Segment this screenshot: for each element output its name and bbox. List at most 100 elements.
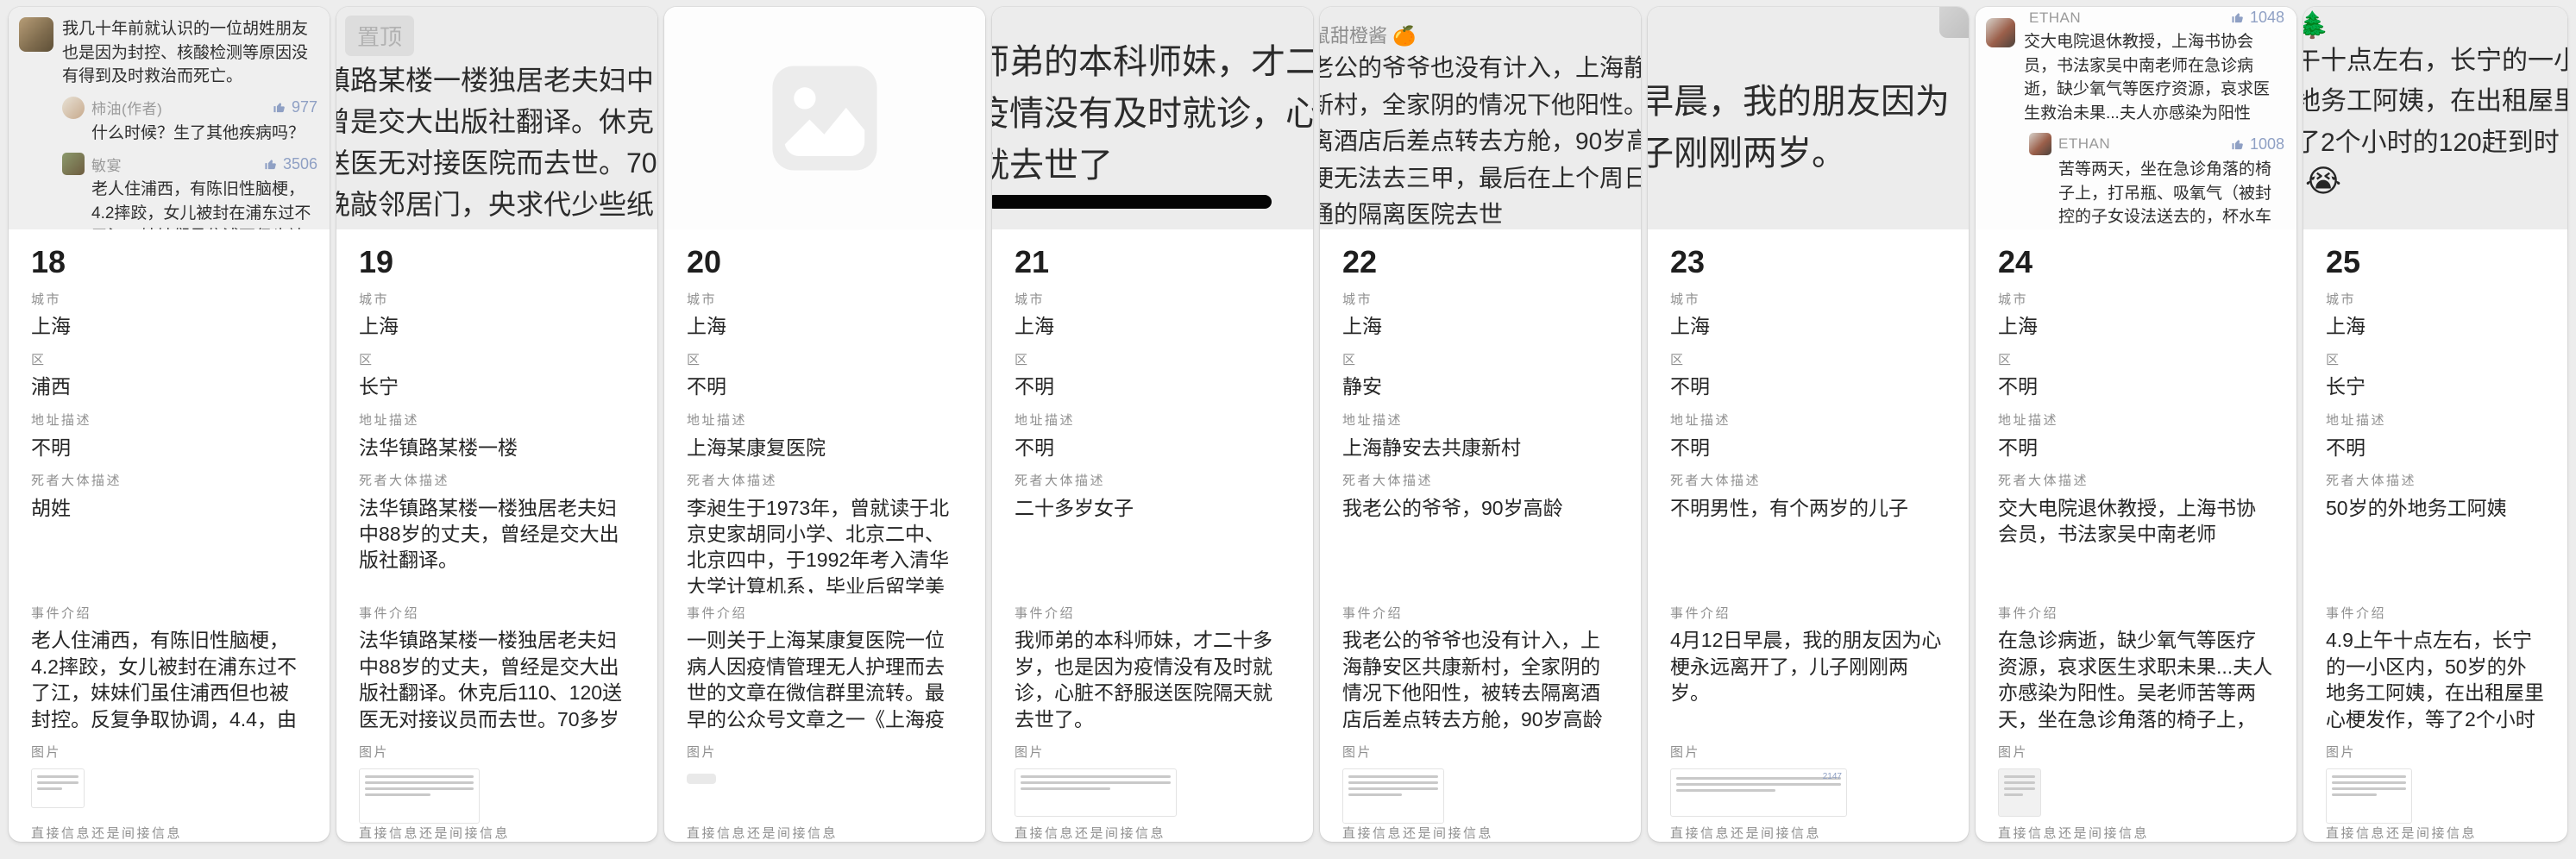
image-thumbnail[interactable] xyxy=(1015,768,1177,817)
field-label-event: 事件介绍 xyxy=(31,606,307,623)
field-label-event: 事件介绍 xyxy=(1342,606,1618,623)
deceased-value: 我老公的爷爷，90岁高龄 xyxy=(1342,495,1618,593)
address-value: 不明 xyxy=(2326,435,2545,461)
event-value: 4.9上午十点左右，长宁的一小区内，50岁的外地务工阿姨，在出租屋里心梗发作，等… xyxy=(2326,627,2545,732)
field-label-district: 区 xyxy=(1342,353,1618,369)
thumbs-up-icon xyxy=(2231,10,2246,25)
card-25[interactable]: 🌲 午十点左右，长宁的一小 地务工阿姨，在出租屋里 了2个小时的120赶到时 😭… xyxy=(2303,7,2567,842)
screenshot-wechat-comments[interactable]: 我几十年前就认识的一位胡姓朋友也是因为封控、核酸检测等原因没有得到及时救治而死亡… xyxy=(9,7,330,229)
image-thumbnail[interactable] xyxy=(2326,768,2412,824)
image-thumbnail[interactable] xyxy=(31,768,85,808)
image-thumbnail[interactable] xyxy=(1342,768,1444,824)
reply-text: 苦等两天，坐在急诊角落的椅子上，打吊瓶、吸氧气（被封控的子女设法送去的，杯水车薪… xyxy=(2058,158,2284,229)
field-label-address: 地址描述 xyxy=(359,413,635,430)
poster-name: 鼠甜橙酱 🍊 xyxy=(1320,21,1641,48)
field-label-deceased: 死者大体描述 xyxy=(31,473,307,490)
image-thumbnail[interactable] xyxy=(687,774,716,784)
city-value: 上海 xyxy=(359,313,635,339)
field-label-district: 区 xyxy=(1015,353,1291,369)
comment-reply: ETHAN 1008 苦等两天，坐在急诊角落的椅子上，打吊瓶、吸氧气（被封控的子… xyxy=(2029,133,2284,229)
card-number: 19 xyxy=(359,245,635,279)
card-21[interactable]: 师弟的本科师妹，才二 疫情没有及时就诊，心 就去世了 21 城市 上海 区 不明… xyxy=(992,7,1313,842)
card-number: 25 xyxy=(2326,245,2545,279)
field-label-city: 城市 xyxy=(1015,292,1291,309)
field-label-direct: 直接信息还是间接信息 xyxy=(359,826,635,842)
field-label-direct: 直接信息还是间接信息 xyxy=(1998,826,2274,842)
address-value: 上海某康复医院 xyxy=(687,435,963,461)
district-value: 静安 xyxy=(1342,373,1618,399)
screenshot-post[interactable]: 师弟的本科师妹，才二 疫情没有及时就诊，心 就去世了 xyxy=(992,7,1313,229)
avatar xyxy=(62,97,85,119)
orange-emoji: 🍊 xyxy=(1392,25,1416,47)
screenshot-post[interactable]: 🌲 午十点左右，长宁的一小 地务工阿姨，在出租屋里 了2个小时的120赶到时 😭 xyxy=(2303,7,2567,229)
comment-reply: 敏宴 3506 老人住浦西，有陈旧性脑梗，4.2摔跤，女儿被封在浦东过不了江，妹… xyxy=(62,153,317,229)
field-label-city: 城市 xyxy=(1670,292,1946,309)
field-label-deceased: 死者大体描述 xyxy=(1670,473,1946,490)
like-count[interactable]: 977 xyxy=(273,98,317,116)
deceased-value: 胡姓 xyxy=(31,495,307,593)
field-label-image: 图片 xyxy=(687,745,963,762)
field-label-event: 事件介绍 xyxy=(359,606,635,623)
city-value: 上海 xyxy=(1015,313,1291,339)
field-label-event: 事件介绍 xyxy=(1998,606,2274,623)
card-23[interactable]: 早晨，我的朋友因为 子刚刚两岁。 23 城市 上海 区 不明 地址描述 不明 死… xyxy=(1648,7,1969,842)
event-value: 在急诊病逝，缺少氧气等医疗资源，哀求医生求职未果...夫人亦感染为阳性。吴老师苦… xyxy=(1998,627,2274,732)
address-value: 不明 xyxy=(31,435,307,461)
commenter-name: ETHAN xyxy=(2029,9,2224,27)
card-22[interactable]: 鼠甜橙酱 🍊 老公的爷爷也没有计入，上海静 新村，全家阴的情况下他阳性。 离酒店… xyxy=(1320,7,1641,842)
event-value: 一则关于上海某康复医院一位病人因疫情管理无人护理而去世的文章在微信群里流转。最早… xyxy=(687,627,963,732)
screenshot-post[interactable]: 早晨，我的朋友因为 子刚刚两岁。 xyxy=(1648,7,1969,229)
card-19[interactable]: 置顶 镇路某楼一楼独居老夫妇中 曾是交大出版社翻译。休克 送医无对接医院而去世。… xyxy=(336,7,657,842)
comment-text: 交大电院退休教授，上海书协会员，书法家吴中南老师在急诊病逝，缺少氧气等医疗资源，… xyxy=(2024,30,2284,125)
avatar xyxy=(62,153,85,175)
thumbs-up-icon xyxy=(264,157,279,172)
post-text: 午十点左右，长宁的一小 地务工阿姨，在出租屋里 了2个小时的120赶到时 xyxy=(2303,41,2567,163)
missing-image-placeholder[interactable] xyxy=(664,7,985,229)
commenter-name: ETHAN xyxy=(2058,135,2224,153)
like-count[interactable]: 3506 xyxy=(264,155,317,173)
card-24[interactable]: ETHAN 1048 交大电院退休教授，上海书协会员，书法家吴中南老师在急诊病逝… xyxy=(1976,7,2296,842)
card-18[interactable]: 我几十年前就认识的一位胡姓朋友也是因为封控、核酸检测等原因没有得到及时救治而死亡… xyxy=(9,7,330,842)
field-label-address: 地址描述 xyxy=(687,413,963,430)
field-label-direct: 直接信息还是间接信息 xyxy=(31,826,307,842)
field-label-address: 地址描述 xyxy=(1342,413,1618,430)
address-value: 不明 xyxy=(1015,435,1291,461)
screenshot-pinned-post[interactable]: 置顶 镇路某楼一楼独居老夫妇中 曾是交大出版社翻译。休克 送医无对接医院而去世。… xyxy=(336,7,657,229)
field-label-event: 事件介绍 xyxy=(1670,606,1946,623)
card-20[interactable]: 20 城市 上海 区 不明 地址描述 上海某康复医院 死者大体描述 李昶生于19… xyxy=(664,7,985,842)
like-count[interactable]: 1048 xyxy=(2231,9,2284,27)
reply-text: 什么时候？生了其他疾病吗？ xyxy=(91,122,317,146)
field-label-city: 城市 xyxy=(687,292,963,309)
deceased-value: 二十多岁女子 xyxy=(1015,495,1291,593)
post-text: 老公的爷爷也没有计入，上海静 新村，全家阴的情况下他阳性。 离酒店后差点转去方舱… xyxy=(1320,50,1641,229)
like-count[interactable]: 1008 xyxy=(2231,135,2284,154)
thumbs-up-icon xyxy=(2231,137,2246,152)
screenshot-post[interactable]: 鼠甜橙酱 🍊 老公的爷爷也没有计入，上海静 新村，全家阴的情况下他阳性。 离酒店… xyxy=(1320,7,1641,229)
field-label-event: 事件介绍 xyxy=(687,606,963,623)
post-text: 镇路某楼一楼独居老夫妇中 曾是交大出版社翻译。休克 送医无对接医院而去世。70 … xyxy=(336,60,657,229)
image-placeholder-icon xyxy=(768,61,882,175)
field-label-address: 地址描述 xyxy=(1670,413,1946,430)
thumbs-up-icon xyxy=(273,100,287,115)
screenshot-wechat-comments[interactable]: ETHAN 1048 交大电院退休教授，上海书协会员，书法家吴中南老师在急诊病逝… xyxy=(1976,7,2296,229)
crying-emoji: 😭 xyxy=(2305,163,2567,199)
address-value: 法华镇路某楼一楼 xyxy=(359,435,635,461)
deceased-value: 不明男性，有个两岁的儿子 xyxy=(1670,495,1946,593)
card-number: 21 xyxy=(1015,245,1291,279)
field-label-city: 城市 xyxy=(31,292,307,309)
address-value: 不明 xyxy=(1670,435,1946,461)
field-label-deceased: 死者大体描述 xyxy=(1998,473,2274,490)
image-thumbnail[interactable] xyxy=(359,768,480,824)
avatar xyxy=(1939,7,1969,38)
deceased-value: 50岁的外地务工阿姨 xyxy=(2326,495,2545,593)
image-thumbnail[interactable] xyxy=(1998,768,2041,817)
card-number: 22 xyxy=(1342,245,1618,279)
field-label-deceased: 死者大体描述 xyxy=(687,473,963,490)
district-value: 长宁 xyxy=(2326,373,2545,399)
comment-header-clipped: ETHAN 1048 xyxy=(2029,9,2284,27)
thumbnail-like-count: 2147 xyxy=(1823,772,1842,781)
field-label-district: 区 xyxy=(1998,353,2274,369)
event-value: 老人住浦西，有陈旧性脑梗，4.2摔跤，女儿被封在浦东过不了江，妹妹们虽住浦西但也… xyxy=(31,627,307,732)
field-label-event: 事件介绍 xyxy=(2326,606,2545,623)
image-thumbnail[interactable]: 2147 xyxy=(1670,768,1847,817)
